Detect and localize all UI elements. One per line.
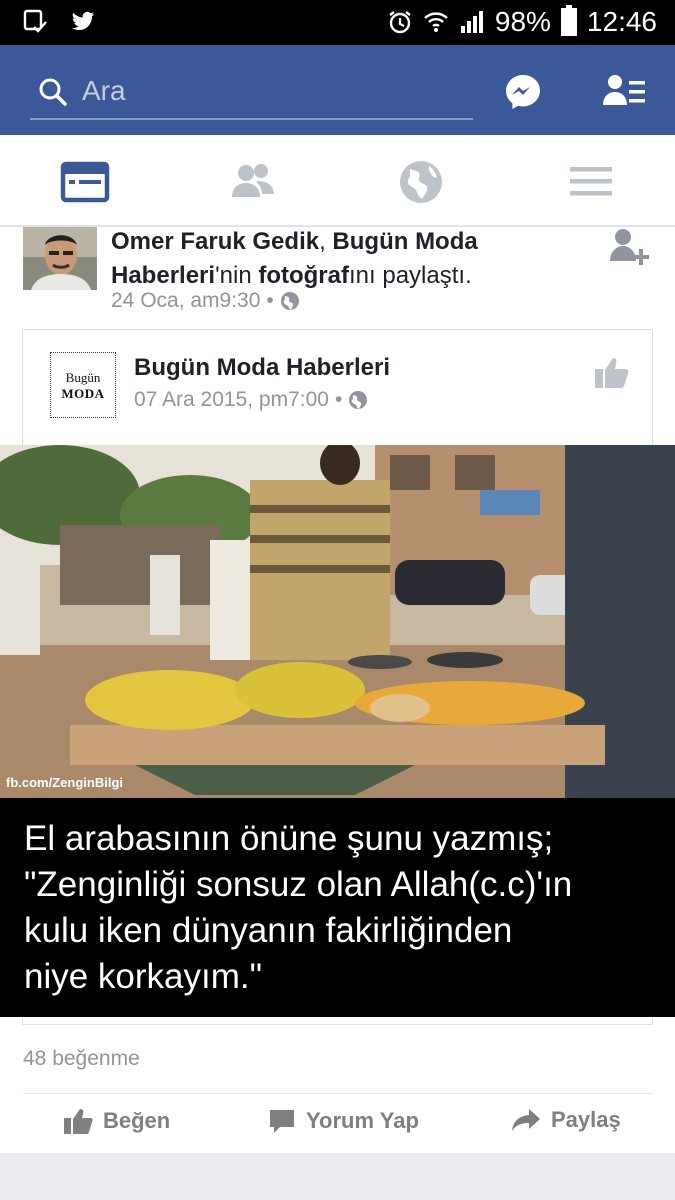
caption-line: niye korkayım." [24, 957, 263, 996]
signal-icon [460, 11, 483, 33]
photo-scene [0, 445, 675, 798]
page-logo[interactable]: Bugün MODA [50, 352, 116, 418]
meta-dot: • [334, 388, 343, 411]
battery-percent: 98% [494, 6, 551, 37]
battery-icon [560, 5, 577, 36]
tab-friends[interactable] [228, 157, 278, 207]
photo-watermark: fb.com/ZenginBilgi [6, 775, 123, 790]
shared-object-link[interactable]: fotoğraf [258, 262, 349, 289]
name-separator: , [319, 228, 333, 255]
avatar[interactable] [23, 227, 97, 290]
avatar-photo [23, 227, 97, 290]
possessive-text: 'nin [215, 262, 259, 289]
comment-label: Yorum Yap [306, 1108, 419, 1133]
battery-fill [562, 10, 575, 34]
tab-menu[interactable] [566, 157, 616, 207]
shared-post-header: Omer Faruk Gedik, Bugün Moda Haberleri'n… [0, 227, 675, 327]
meta-dot: • [266, 289, 274, 312]
post-actions: Beğen Yorum Yap Paylaş [0, 1095, 675, 1155]
likes-count[interactable]: 48 beğenme [23, 1047, 140, 1071]
top-bar [0, 45, 675, 135]
tab-notifications-globe[interactable] [396, 157, 446, 207]
feed-separator [0, 1153, 675, 1200]
clock: 12:46 [586, 6, 657, 37]
notification-check-icon [23, 9, 47, 33]
comment-button[interactable]: Yorum Yap [268, 1107, 419, 1135]
share-description: Omer Faruk Gedik, Bugün Moda Haberleri'n… [111, 227, 591, 293]
share-meta: 24 Oca, am9:30 • [111, 289, 300, 313]
add-friend-icon[interactable] [608, 227, 652, 267]
status-bar-notifications [22, 8, 96, 34]
caption-line: "Zenginliği sonsuz olan Allah(c.c)'ın [24, 865, 573, 904]
sharer-name[interactable]: Omer Faruk Gedik [111, 228, 319, 255]
news-feed: Omer Faruk Gedik, Bugün Moda Haberleri 'n… [0, 227, 675, 1200]
post-meta: 07 Ara 2015, pm7:00 • [134, 388, 368, 412]
share-arrow-icon [512, 1109, 540, 1131]
post-timestamp[interactable]: 07 Ara 2015, pm7:00 [134, 388, 329, 412]
messenger-icon[interactable] [503, 72, 543, 112]
alarm-icon [389, 11, 411, 34]
post-photo[interactable]: fb.com/ZenginBilgi El arabasının önüne ş… [0, 445, 675, 1017]
page-name[interactable]: Bugün Moda Haberleri [134, 354, 390, 382]
public-globe-icon [349, 391, 368, 409]
nav-tabs [0, 135, 675, 227]
share-suffix-text: ını paylaştı. [349, 262, 472, 289]
status-bar-system: 98% 12:46 [387, 5, 657, 38]
search-input[interactable] [82, 73, 462, 109]
friend-requests-icon[interactable] [603, 73, 645, 111]
caption-line: El arabasının önüne şunu yazmış; [24, 819, 554, 858]
thumbs-up-icon [64, 1109, 93, 1134]
divider [23, 1093, 653, 1094]
share-label: Paylaş [551, 1107, 621, 1132]
caption-line: kulu iken dünyanın fakirliğinden [24, 911, 513, 950]
status-bar: 98% 12:46 [0, 0, 675, 45]
search-bar[interactable] [30, 65, 473, 120]
like-button[interactable]: Beğen [63, 1107, 170, 1135]
comment-icon [270, 1110, 294, 1133]
logo-line-2: MODA [61, 386, 105, 401]
public-globe-icon [280, 292, 299, 310]
tab-news-feed[interactable] [60, 157, 110, 207]
photo-caption: El arabasının önüne şunu yazmış; "Zengin… [0, 798, 675, 1017]
share-timestamp[interactable]: 24 Oca, am9:30 [111, 289, 260, 313]
search-icon [39, 78, 67, 106]
wifi-icon [424, 12, 448, 32]
logo-line-1: Bugün [65, 370, 101, 385]
twitter-icon [72, 11, 94, 30]
like-page-icon[interactable] [594, 354, 630, 390]
share-button[interactable]: Paylaş [511, 1107, 621, 1133]
like-label: Beğen [103, 1108, 171, 1133]
